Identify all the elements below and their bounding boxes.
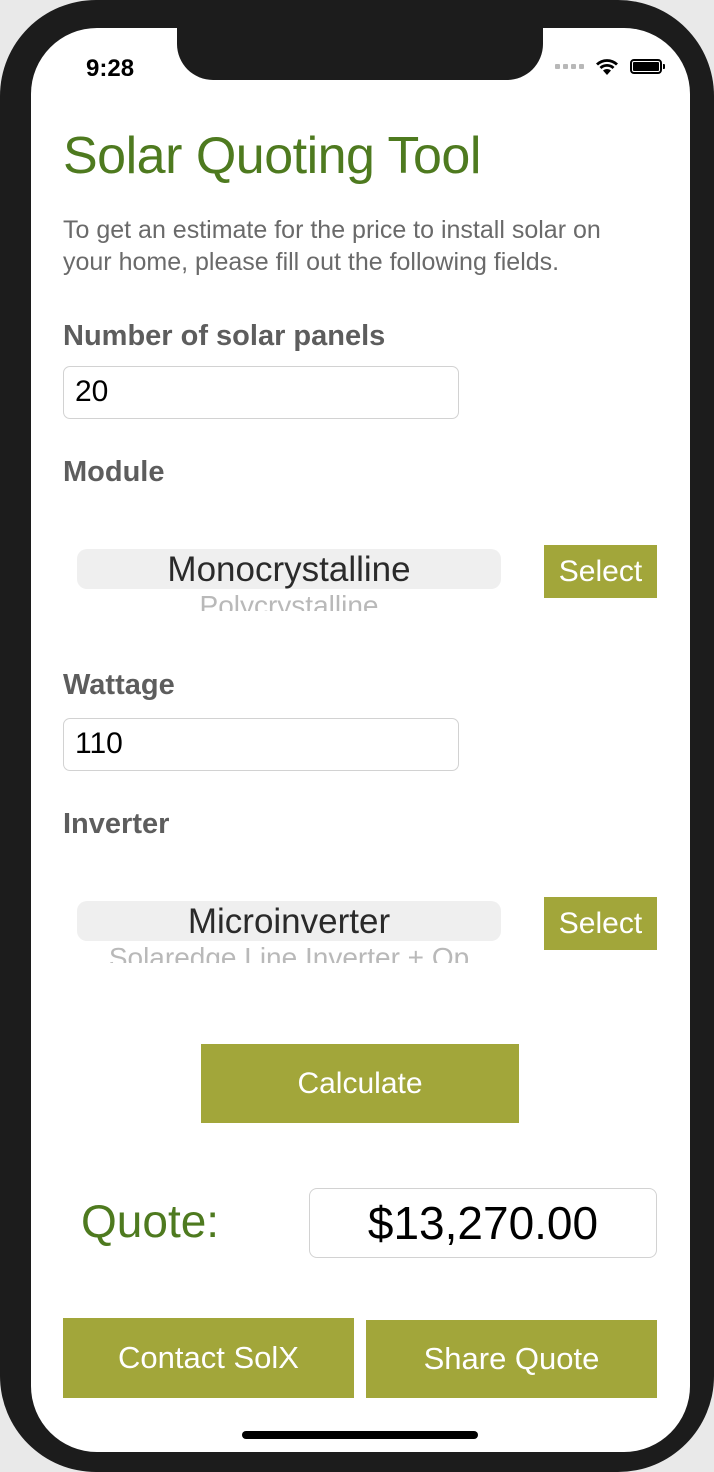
home-indicator[interactable] xyxy=(242,1431,478,1439)
wattage-input[interactable]: 110 xyxy=(63,718,459,771)
module-selected-option[interactable]: Monocrystalline xyxy=(77,549,501,589)
inverter-next-option[interactable]: Solaredge Line Inverter + Op xyxy=(77,941,501,963)
inverter-select-button[interactable]: Select xyxy=(544,897,657,950)
module-label: Module xyxy=(63,456,165,488)
notch xyxy=(177,28,543,80)
panels-label: Number of solar panels xyxy=(63,320,386,352)
status-icons xyxy=(555,56,665,76)
app-screen: 9:28 Solar Quoting Tool To get an estima… xyxy=(31,28,690,1452)
share-quote-button[interactable]: Share Quote xyxy=(366,1320,657,1398)
page-title: Solar Quoting Tool xyxy=(63,127,481,185)
calculate-button[interactable]: Calculate xyxy=(201,1044,519,1123)
quote-value: $13,270.00 xyxy=(309,1188,657,1258)
inverter-label: Inverter xyxy=(63,808,170,840)
inverter-selected-option[interactable]: Microinverter xyxy=(77,901,501,941)
wattage-label: Wattage xyxy=(63,669,175,701)
status-time: 9:28 xyxy=(86,55,135,82)
quote-label: Quote: xyxy=(81,1195,220,1247)
panels-input[interactable]: 20 xyxy=(63,366,459,419)
module-select-button[interactable]: Select xyxy=(544,545,657,598)
battery-icon xyxy=(630,58,665,74)
contact-button[interactable]: Contact SolX xyxy=(63,1318,354,1398)
phone-frame: 9:28 Solar Quoting Tool To get an estima… xyxy=(0,0,714,1472)
module-next-option[interactable]: Polycrystalline xyxy=(77,589,501,611)
cellular-signal-icon xyxy=(555,63,584,69)
intro-text: To get an estimate for the price to inst… xyxy=(63,216,601,276)
module-picker[interactable]: Monocrystalline Polycrystalline xyxy=(77,549,501,639)
inverter-picker[interactable]: Microinverter Solaredge Line Inverter + … xyxy=(77,901,501,991)
wifi-icon xyxy=(596,59,618,75)
